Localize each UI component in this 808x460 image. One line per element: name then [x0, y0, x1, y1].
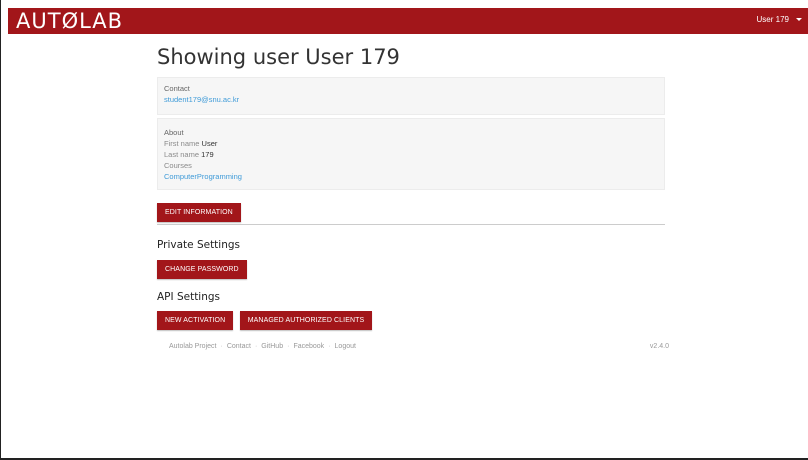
about-panel: About First name User Last name 179 Cour… [157, 118, 665, 190]
footer-link-contact[interactable]: Contact [227, 343, 251, 350]
footer-link-logout[interactable]: Logout [335, 343, 356, 350]
footer-separator: · [254, 343, 258, 350]
course-link[interactable]: ComputerProgramming [164, 172, 242, 181]
first-name-value: User [201, 139, 218, 148]
last-name-value: 179 [201, 150, 214, 159]
last-name-label: Last name [164, 150, 200, 159]
email-link[interactable]: student179@snu.ac.kr [164, 95, 239, 104]
footer-link-facebook[interactable]: Facebook [293, 343, 324, 350]
contact-heading: Contact [164, 84, 190, 93]
about-heading: About [164, 128, 184, 137]
footer: Autolab Project · Contact · GitHub · Facebook ·… [169, 343, 669, 350]
managed-authorized-clients-button[interactable]: MANAGED AUTHORIZED CLIENTS [239, 311, 373, 330]
change-password-button[interactable]: CHANGE PASSWORD [157, 260, 247, 279]
top-navbar: AUTØLAB User 179 [8, 8, 808, 34]
footer-separator: · [328, 343, 331, 350]
footer-separator: · [287, 343, 290, 350]
api-settings-heading: API Settings [157, 291, 221, 303]
footer-separator: · [220, 343, 223, 350]
edit-information-button[interactable]: EDIT INFORMATION [157, 203, 241, 222]
courses-label: Courses [164, 161, 192, 170]
user-menu-label: User 179 [756, 15, 789, 24]
first-name-label: First name [164, 139, 200, 148]
section-divider [157, 224, 665, 225]
private-settings-heading: Private Settings [157, 239, 241, 251]
main-content: Showing user User 179 Contact student179… [157, 42, 665, 330]
caret-down-icon [796, 18, 802, 22]
footer-link-autolab-project[interactable]: Autolab Project [169, 343, 216, 350]
footer-link-github[interactable]: GitHub [261, 343, 283, 350]
page-title: Showing user User 179 [157, 45, 400, 69]
contact-panel: Contact student179@snu.ac.kr [157, 77, 665, 115]
version-label: v2.4.0 [649, 343, 669, 350]
user-menu-dropdown[interactable]: User 179 [757, 15, 802, 24]
new-activation-button[interactable]: NEW ACTIVATION [157, 311, 234, 330]
brand-logo[interactable]: AUTØLAB [16, 10, 123, 32]
